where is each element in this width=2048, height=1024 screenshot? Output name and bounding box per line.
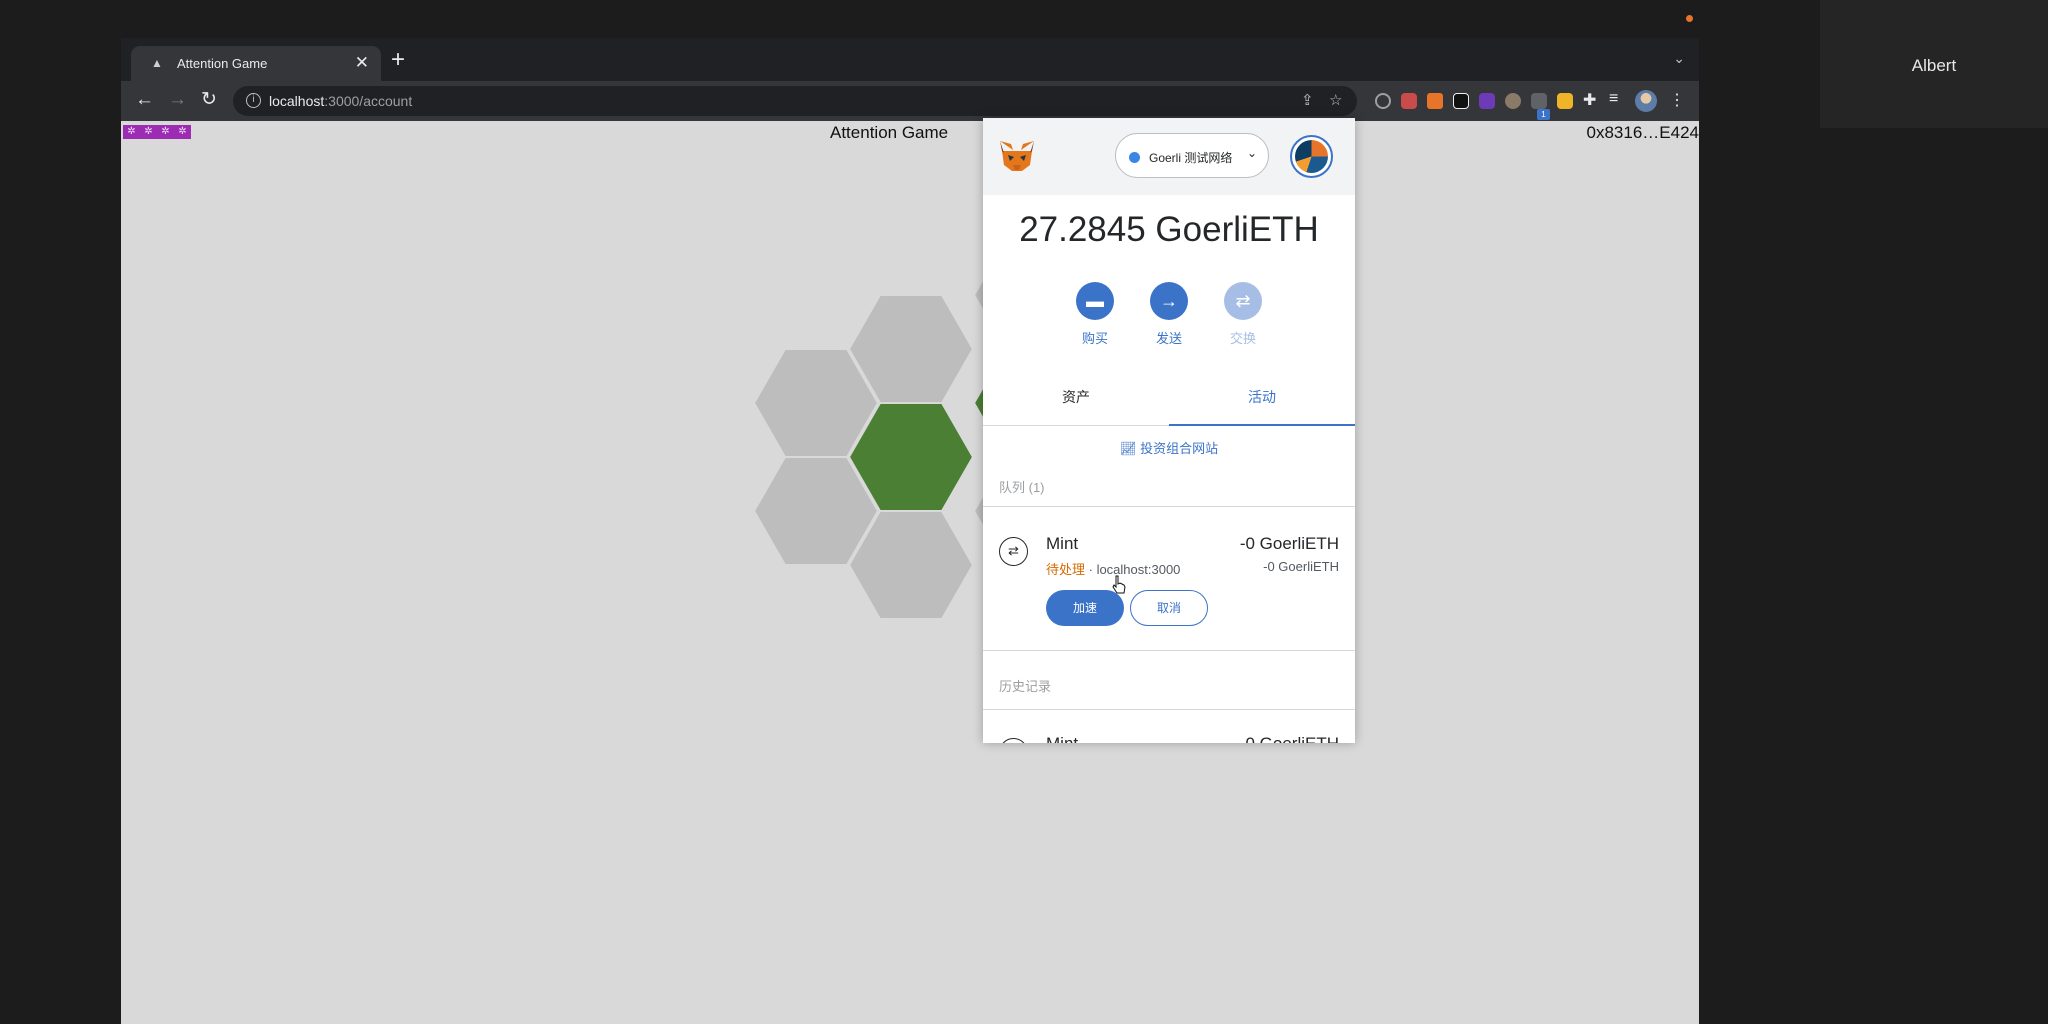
network-label: Goerli 测试网络 xyxy=(1149,151,1233,165)
tab-assets[interactable]: 资产 xyxy=(983,374,1169,426)
tx-status: 待处理 xyxy=(1046,562,1086,577)
recording-indicator xyxy=(1686,15,1693,22)
buy-label: 购买 xyxy=(1081,331,1108,346)
extension-gray-icon[interactable] xyxy=(1531,93,1547,109)
hand-cursor-icon xyxy=(1112,575,1126,594)
extension-owl-icon[interactable] xyxy=(1505,93,1521,109)
bookmark-star-icon[interactable]: ☆ xyxy=(1329,91,1342,109)
new-tab-button[interactable]: + xyxy=(391,48,405,72)
url-text[interactable]: localhost:3000/account xyxy=(269,93,412,109)
reload-button[interactable]: ↻ xyxy=(201,89,217,111)
buy-button[interactable]: ▬ 购买 xyxy=(1065,282,1125,347)
favicon-icon: ▲ xyxy=(151,56,163,70)
network-status-dot xyxy=(1129,152,1140,163)
tab-title: Attention Game xyxy=(177,56,268,71)
chart-icon: 📈︎ xyxy=(1119,441,1137,456)
share-icon[interactable]: ⇪ xyxy=(1301,91,1314,109)
metamask-popup: Goerli 测试网络 ⌄ 27.2845 GoerliETH ▬ 购买 → 发… xyxy=(983,118,1355,743)
site-info-icon[interactable]: i xyxy=(246,93,261,108)
extension-yellow-icon[interactable] xyxy=(1557,93,1573,109)
cancel-button[interactable]: 取消 xyxy=(1130,590,1208,626)
swap-icon: ⇄ xyxy=(1224,282,1262,320)
extension-snowflake-icon[interactable] xyxy=(1453,93,1469,109)
queue-label: 队列 (1) xyxy=(999,480,1045,495)
game-page: ✲ ✲ ✲ ✲ Attention Game 0x8316…E424 xyxy=(121,121,1699,1024)
chevron-down-icon: ⌄ xyxy=(1246,146,1257,160)
card-icon: ▬ xyxy=(1076,282,1114,320)
address-bar[interactable]: i localhost:3000/account ⇪ ☆ xyxy=(233,86,1357,116)
arrow-right-icon: → xyxy=(1150,282,1188,320)
history-tx-amount: -0 GoerliETH xyxy=(1240,734,1339,743)
participant-name: Albert xyxy=(1911,56,1957,75)
tab-strip: ▲ Attention Game ✕ + ⌄ xyxy=(121,38,1699,81)
close-tab-icon[interactable]: ✕ xyxy=(355,53,369,73)
swap-arrows-icon: ⇄ xyxy=(999,537,1028,566)
extensions-puzzle-icon[interactable]: ✚ xyxy=(1583,90,1596,110)
extension-purple-icon[interactable] xyxy=(1479,93,1495,109)
tx-amount: -0 GoerliETH xyxy=(1239,534,1339,553)
send-label: 发送 xyxy=(1155,331,1182,346)
history-tx-title: Mint xyxy=(1046,734,1078,743)
history-transaction[interactable]: Mint -0 GoerliETH xyxy=(983,709,1355,743)
extension-badge: 1 xyxy=(1537,109,1550,120)
wallet-tabs: 资产 活动 xyxy=(983,374,1355,426)
metamask-fox-icon xyxy=(1000,141,1034,171)
transaction-icon xyxy=(999,738,1028,743)
speed-up-button[interactable]: 加速 xyxy=(1046,590,1124,626)
wallet-actions: ▬ 购买 → 发送 ⇄ 交换 xyxy=(983,282,1355,352)
participant-video-tile[interactable]: Albert xyxy=(1820,0,2048,128)
pending-transaction[interactable]: ⇄ Mint 待处理 · localhost:3000 -0 GoerliETH… xyxy=(983,506,1355,651)
reading-list-icon[interactable]: ≡ xyxy=(1609,90,1618,108)
url-host: localhost xyxy=(269,93,325,109)
extension-circle-icon[interactable] xyxy=(1375,93,1391,109)
network-selector[interactable]: Goerli 测试网络 ⌄ xyxy=(1115,133,1269,178)
portfolio-link-label: 投资组合网站 xyxy=(1140,441,1219,456)
browser-tab[interactable]: ▲ Attention Game ✕ xyxy=(131,46,381,81)
forward-button[interactable]: → xyxy=(168,89,187,111)
tab-search-icon[interactable]: ⌄ xyxy=(1673,50,1685,67)
account-avatar[interactable] xyxy=(1290,135,1333,178)
metamask-header: Goerli 测试网络 ⌄ xyxy=(983,118,1355,195)
profile-avatar[interactable] xyxy=(1635,90,1657,112)
send-button[interactable]: → 发送 xyxy=(1139,282,1199,347)
extension-red-icon[interactable] xyxy=(1401,93,1417,109)
tx-fiat-amount: -0 GoerliETH xyxy=(1263,559,1339,574)
tx-origin: · localhost:3000 xyxy=(1085,562,1181,577)
history-label: 历史记录 xyxy=(999,679,1052,694)
swap-button[interactable]: ⇄ 交换 xyxy=(1213,282,1273,347)
hex-board xyxy=(752,240,1100,620)
back-button[interactable]: ← xyxy=(135,89,154,111)
tx-title: Mint xyxy=(1046,534,1079,553)
metamask-extension-icon[interactable] xyxy=(1427,93,1443,109)
swap-label: 交换 xyxy=(1229,331,1256,346)
url-path: :3000/account xyxy=(324,93,413,109)
browser-toolbar: ← → ↻ i localhost:3000/account ⇪ ☆ 1 ✚ ≡… xyxy=(121,81,1699,121)
balance: 27.2845 GoerliETH xyxy=(1019,210,1319,249)
menu-kebab-icon[interactable]: ⋮ xyxy=(1669,90,1685,110)
tab-activity[interactable]: 活动 xyxy=(1169,374,1355,426)
browser-window: ▲ Attention Game ✕ + ⌄ ← → ↻ i localhost… xyxy=(121,38,1699,1024)
portfolio-link[interactable]: 📈︎ 投资组合网站 xyxy=(983,438,1355,457)
